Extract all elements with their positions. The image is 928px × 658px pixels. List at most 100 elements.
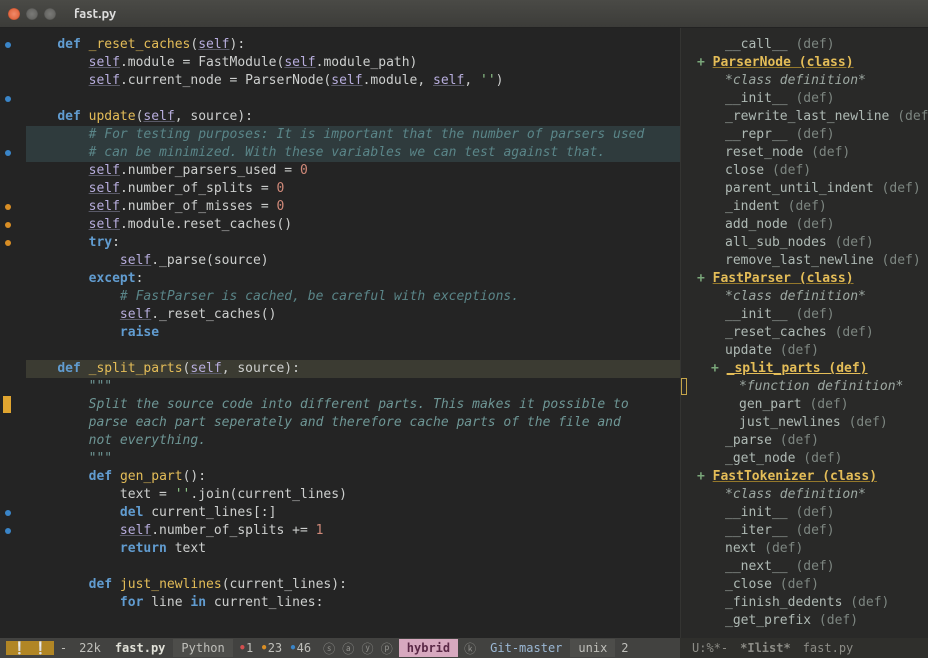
code-line[interactable]: for line in current_lines: [26, 594, 680, 612]
outline-item-label[interactable]: _rewrite_last_newline [725, 109, 889, 124]
outline-row[interactable]: *class definition* [689, 288, 924, 306]
code-line[interactable]: parse each part seperately and therefore… [26, 414, 680, 432]
outline-item-label[interactable]: __repr__ [725, 127, 788, 142]
outline-row[interactable]: __iter__ (def) [689, 522, 924, 540]
outline-row[interactable]: update (def) [689, 342, 924, 360]
outline-item-label[interactable]: _finish_dedents [725, 595, 842, 610]
code-line[interactable]: self.number_of_splits = 0 [26, 180, 680, 198]
outline-item-label[interactable]: __call__ [725, 37, 788, 52]
outline-row[interactable]: __init__ (def) [689, 90, 924, 108]
code-line[interactable]: del current_lines[:] [26, 504, 680, 522]
outline-item-label[interactable]: update [725, 343, 772, 358]
outline-row[interactable]: _finish_dedents (def) [689, 594, 924, 612]
outline-class-label[interactable]: FastParser (class) [713, 271, 854, 286]
outline-definition-label[interactable]: *class definition* [725, 73, 866, 88]
outline-item-label[interactable]: add_node [725, 217, 788, 232]
outline-row[interactable]: __init__ (def) [689, 306, 924, 324]
outline-row[interactable]: parent_until_indent (def) [689, 180, 924, 198]
outline-row[interactable]: + FastParser (class) [689, 270, 924, 288]
outline-definition-label[interactable]: *class definition* [725, 289, 866, 304]
outline-row[interactable]: *function definition* [689, 378, 924, 396]
code-line[interactable] [26, 342, 680, 360]
code-line[interactable]: self.module.reset_caches() [26, 216, 680, 234]
code-line-current[interactable]: def _split_parts(self, source): [26, 360, 680, 378]
outline-row[interactable]: _get_prefix (def) [689, 612, 924, 630]
outline-expand-icon[interactable]: + [697, 469, 705, 484]
outline-definition-label[interactable]: *function definition* [739, 379, 903, 394]
outline-item-label[interactable]: _get_node [725, 451, 795, 466]
code-line[interactable]: def just_newlines(current_lines): [26, 576, 680, 594]
outline-row[interactable]: reset_node (def) [689, 144, 924, 162]
outline-item-label[interactable]: __init__ [725, 505, 788, 520]
outline-item-label[interactable]: _close [725, 577, 772, 592]
code-line[interactable]: Split the source code into different par… [26, 396, 680, 414]
outline-item-label[interactable]: all_sub_nodes [725, 235, 827, 250]
outline-item-label[interactable]: __init__ [725, 91, 788, 106]
outline-item-label[interactable]: next [725, 541, 756, 556]
outline-row[interactable]: + _split_parts (def) [689, 360, 924, 378]
code-line[interactable]: # FastParser is cached, be careful with … [26, 288, 680, 306]
outline-row[interactable]: _close (def) [689, 576, 924, 594]
outline-panel[interactable]: __call__ (def)+ ParserNode (class) *clas… [680, 28, 928, 638]
outline-row[interactable]: + FastTokenizer (class) [689, 468, 924, 486]
outline-class-label[interactable]: ParserNode (class) [713, 55, 854, 70]
window-close-icon[interactable] [8, 8, 20, 20]
code-line[interactable]: raise [26, 324, 680, 342]
outline-item-label[interactable]: close [725, 163, 764, 178]
outline-row[interactable]: _get_node (def) [689, 450, 924, 468]
code-line[interactable]: def gen_part(): [26, 468, 680, 486]
outline-item-label[interactable]: __iter__ [725, 523, 788, 538]
code-line[interactable]: self._reset_caches() [26, 306, 680, 324]
code-buffer[interactable]: def _reset_caches(self): self.module = F… [20, 28, 680, 638]
outline-row[interactable]: _parse (def) [689, 432, 924, 450]
outline-row[interactable]: *class definition* [689, 486, 924, 504]
outline-row[interactable]: close (def) [689, 162, 924, 180]
outline-row[interactable]: _indent (def) [689, 198, 924, 216]
window-maximize-icon[interactable] [44, 8, 56, 20]
outline-item-label[interactable]: reset_node [725, 145, 803, 160]
outline-row[interactable]: *class definition* [689, 72, 924, 90]
outline-row[interactable]: _rewrite_last_newline (def) [689, 108, 924, 126]
outline-row[interactable]: __repr__ (def) [689, 126, 924, 144]
code-line[interactable]: """ [26, 450, 680, 468]
outline-expand-icon[interactable]: + [697, 55, 705, 70]
modeline-major-mode[interactable]: Python [173, 639, 232, 657]
code-line[interactable]: self._parse(source) [26, 252, 680, 270]
outline-expand-icon[interactable]: + [697, 271, 705, 286]
outline-row[interactable]: __next__ (def) [689, 558, 924, 576]
outline-item-label[interactable]: _reset_caches [725, 325, 827, 340]
outline-row[interactable]: next (def) [689, 540, 924, 558]
outline-row[interactable]: add_node (def) [689, 216, 924, 234]
outline-item-label[interactable]: _indent [725, 199, 780, 214]
outline-class-label[interactable]: FastTokenizer (class) [713, 469, 877, 484]
code-line[interactable] [26, 90, 680, 108]
outline-current-label[interactable]: _split_parts (def) [727, 361, 868, 376]
code-line[interactable]: text = ''.join(current_lines) [26, 486, 680, 504]
code-line[interactable]: def update(self, source): [26, 108, 680, 126]
outline-row[interactable]: + ParserNode (class) [689, 54, 924, 72]
outline-item-label[interactable]: _get_prefix [725, 613, 811, 628]
outline-definition-label[interactable]: *class definition* [725, 487, 866, 502]
code-line[interactable]: self.current_node = ParserNode(self.modu… [26, 72, 680, 90]
code-line[interactable]: # can be minimized. With these variables… [26, 144, 680, 162]
window-minimize-icon[interactable] [26, 8, 38, 20]
outline-item-label[interactable]: _parse [725, 433, 772, 448]
code-line[interactable]: self.number_parsers_used = 0 [26, 162, 680, 180]
outline-row[interactable]: gen_part (def) [689, 396, 924, 414]
mode-line-outline[interactable]: U:%*- *Ilist* fast.py [680, 638, 928, 658]
outline-item-label[interactable]: __next__ [725, 559, 788, 574]
outline-item-label[interactable]: __init__ [725, 307, 788, 322]
outline-row[interactable]: __call__ (def) [689, 36, 924, 54]
outline-row[interactable]: _reset_caches (def) [689, 324, 924, 342]
mode-line-main[interactable]: - 22k fast.py Python •1 •23 •46 ⓢ ⓐ ⓨ ⓟ … [0, 638, 680, 658]
outline-item-label[interactable]: parent_until_indent [725, 181, 874, 196]
outline-expand-icon[interactable]: + [711, 361, 719, 376]
code-line[interactable]: except: [26, 270, 680, 288]
outline-row[interactable]: __init__ (def) [689, 504, 924, 522]
outline-row[interactable]: all_sub_nodes (def) [689, 234, 924, 252]
code-line[interactable]: self.number_of_misses = 0 [26, 198, 680, 216]
code-line[interactable]: try: [26, 234, 680, 252]
code-line[interactable]: # For testing purposes: It is important … [26, 126, 680, 144]
outline-item-label[interactable]: gen_part [739, 397, 802, 412]
code-line[interactable]: self.number_of_splits += 1 [26, 522, 680, 540]
